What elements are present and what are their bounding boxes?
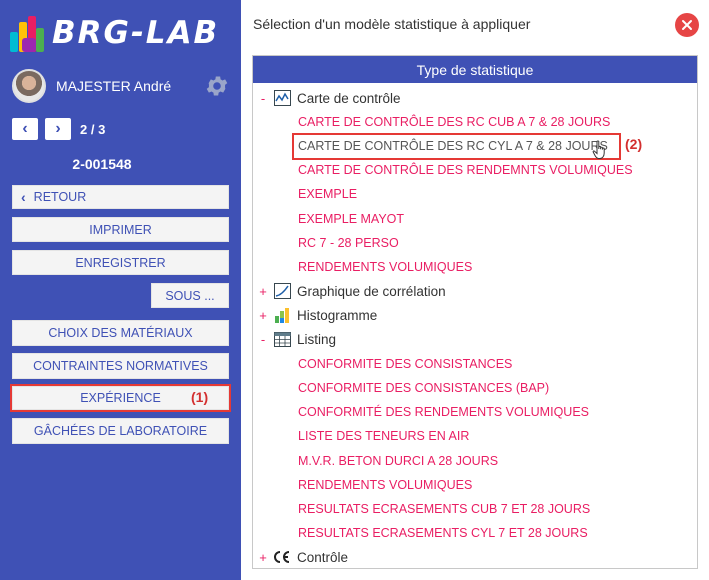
pager: ‹ › 2 / 3 — [12, 118, 105, 140]
page-title: Sélection d'un modèle statistique à appl… — [253, 16, 531, 32]
hand-cursor-icon — [592, 140, 605, 159]
selected-callout: (2) — [625, 136, 643, 152]
sub-button[interactable]: SOUS ... — [151, 283, 229, 308]
lab-batches-button[interactable]: GÂCHÉES DE LABORATOIRE — [12, 418, 229, 444]
tree-item[interactable]: RC 7 - 28 PERSO — [298, 236, 399, 250]
chevron-left-icon: ‹ — [22, 120, 28, 137]
expand-toggle[interactable]: + — [258, 550, 268, 565]
tree-item[interactable]: RESULTATS ECRASEMENTS CYL 7 ET 28 JOURS — [298, 526, 588, 540]
tree-group-control-chart[interactable]: - Carte de contrôle — [253, 88, 697, 108]
tree-item[interactable]: RENDEMENTS VOLUMIQUES — [298, 478, 472, 492]
expand-toggle[interactable]: + — [258, 284, 268, 299]
tree-item[interactable]: EXEMPLE — [298, 187, 357, 201]
close-icon — [682, 20, 692, 30]
next-record-button[interactable]: › — [45, 118, 71, 140]
logo-bars-icon — [10, 16, 44, 52]
tree-item[interactable]: CARTE DE CONTRÔLE DES RENDEMNTS VOLUMIQU… — [298, 163, 633, 177]
tree-item[interactable]: CARTE DE CONTRÔLE DES RC CUB A 7 & 28 JO… — [298, 115, 610, 129]
control-chart-icon — [273, 89, 291, 107]
tree-group-control[interactable]: + Contrôle — [253, 547, 697, 567]
tree-item[interactable]: EXEMPLE MAYOT — [298, 212, 404, 226]
tree-group-label: Histogramme — [297, 307, 378, 323]
collapse-toggle[interactable]: - — [258, 332, 268, 347]
app-logo: BRG-LAB — [10, 12, 219, 54]
tree-item[interactable]: CONFORMITE DES CONSISTANCES — [298, 357, 512, 371]
panel-header: Type de statistique — [253, 56, 697, 83]
tree-group-correlation-chart[interactable]: + Graphique de corrélation — [253, 281, 697, 301]
tree-group-label: Carte de contrôle — [297, 90, 401, 106]
tree-group-listing[interactable]: - Listing — [253, 329, 697, 349]
save-button[interactable]: ENREGISTRER — [12, 250, 229, 275]
tree-item[interactable]: CONFORMITE DES CONSISTANCES (BAP) — [298, 381, 549, 395]
sidebar: BRG-LAB MAJESTER André ‹ › 2 / 3 2-00154… — [0, 0, 241, 580]
tree-group-label: Graphique de corrélation — [297, 283, 446, 299]
back-label: RETOUR — [33, 190, 87, 204]
collapse-toggle[interactable]: - — [258, 91, 268, 106]
statistic-type-panel: Type de statistique - Carte de contrôle … — [252, 55, 698, 569]
expand-toggle[interactable]: + — [258, 308, 268, 323]
ce-mark-icon — [273, 548, 291, 566]
user-info: MAJESTER André — [12, 68, 230, 104]
tree-item[interactable]: M.V.R. BETON DURCI A 28 JOURS — [298, 454, 498, 468]
print-button[interactable]: IMPRIMER — [12, 217, 229, 242]
chevron-right-icon: › — [55, 120, 61, 137]
pager-text: 2 / 3 — [80, 121, 106, 137]
avatar[interactable] — [12, 69, 46, 103]
tree-item[interactable]: CONFORMITÉ DES RENDEMENTS VOLUMIQUES — [298, 405, 589, 419]
logo-text: BRG-LAB — [52, 15, 220, 51]
tree-group-label: Contrôle — [297, 549, 349, 565]
close-button[interactable] — [675, 13, 699, 37]
histogram-icon — [273, 306, 291, 324]
tree-item[interactable]: LISTE DES TENEURS EN AIR — [298, 429, 469, 443]
normative-constraints-button[interactable]: CONTRAINTES NORMATIVES — [12, 353, 229, 379]
experience-callout: (1) — [191, 389, 209, 405]
tree-group-label: Listing — [297, 331, 337, 347]
tree-item[interactable]: RENDEMENTS VOLUMIQUES — [298, 260, 472, 274]
tree-item-selected[interactable]: CARTE DE CONTRÔLE DES RC CYL A 7 & 28 JO… — [298, 139, 608, 153]
back-button[interactable]: ‹ RETOUR — [12, 185, 229, 209]
correlation-chart-icon — [273, 282, 291, 300]
gear-icon[interactable] — [204, 73, 230, 99]
chevron-left-icon: ‹ — [21, 189, 26, 205]
materials-choice-button[interactable]: CHOIX DES MATÉRIAUX — [12, 320, 229, 346]
record-id: 2-001548 — [72, 156, 132, 172]
table-icon — [273, 330, 291, 348]
tree-item[interactable]: RESULTATS ECRASEMENTS CUB 7 ET 28 JOURS — [298, 502, 590, 516]
tree-group-histogram[interactable]: + Histogramme — [253, 305, 697, 325]
user-name: MAJESTER André — [56, 78, 172, 94]
previous-record-button[interactable]: ‹ — [12, 118, 38, 140]
